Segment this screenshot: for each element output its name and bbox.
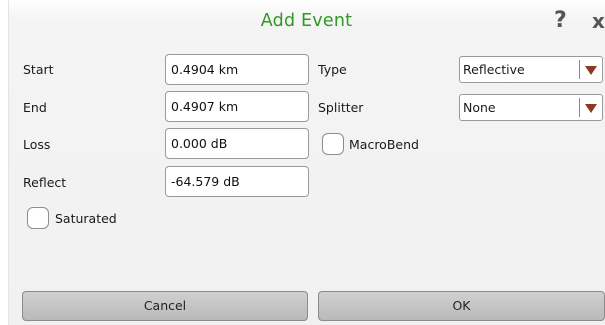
type-select[interactable]: Reflective: [459, 56, 603, 83]
splitter-select[interactable]: None: [459, 94, 603, 121]
close-icon[interactable]: x: [592, 9, 605, 33]
end-label: End: [23, 100, 47, 115]
type-select-value: Reflective: [463, 62, 525, 77]
ok-button[interactable]: OK: [318, 291, 605, 321]
cancel-button[interactable]: Cancel: [22, 291, 308, 321]
splitter-select-value: None: [463, 100, 496, 115]
type-label: Type: [318, 62, 347, 77]
loss-label: Loss: [23, 137, 51, 152]
add-event-dialog: [8, 0, 605, 325]
saturated-checkbox[interactable]: [27, 207, 49, 229]
saturated-label: Saturated: [55, 211, 117, 226]
end-field[interactable]: 0.4907 km: [165, 91, 309, 122]
reflect-label: Reflect: [23, 175, 67, 190]
macrobend-checkbox[interactable]: [322, 133, 344, 155]
select-divider: [579, 60, 580, 79]
select-divider: [579, 98, 580, 117]
splitter-label: Splitter: [318, 100, 364, 115]
start-label: Start: [23, 62, 54, 77]
loss-field[interactable]: 0.000 dB: [165, 128, 309, 159]
help-icon[interactable]: ?: [554, 8, 567, 33]
macrobend-label: MacroBend: [349, 137, 419, 152]
chevron-down-icon: [585, 66, 597, 75]
start-field[interactable]: 0.4904 km: [165, 54, 309, 85]
chevron-down-icon: [585, 104, 597, 113]
dialog-title: Add Event: [260, 11, 353, 31]
reflect-field[interactable]: -64.579 dB: [165, 166, 309, 197]
